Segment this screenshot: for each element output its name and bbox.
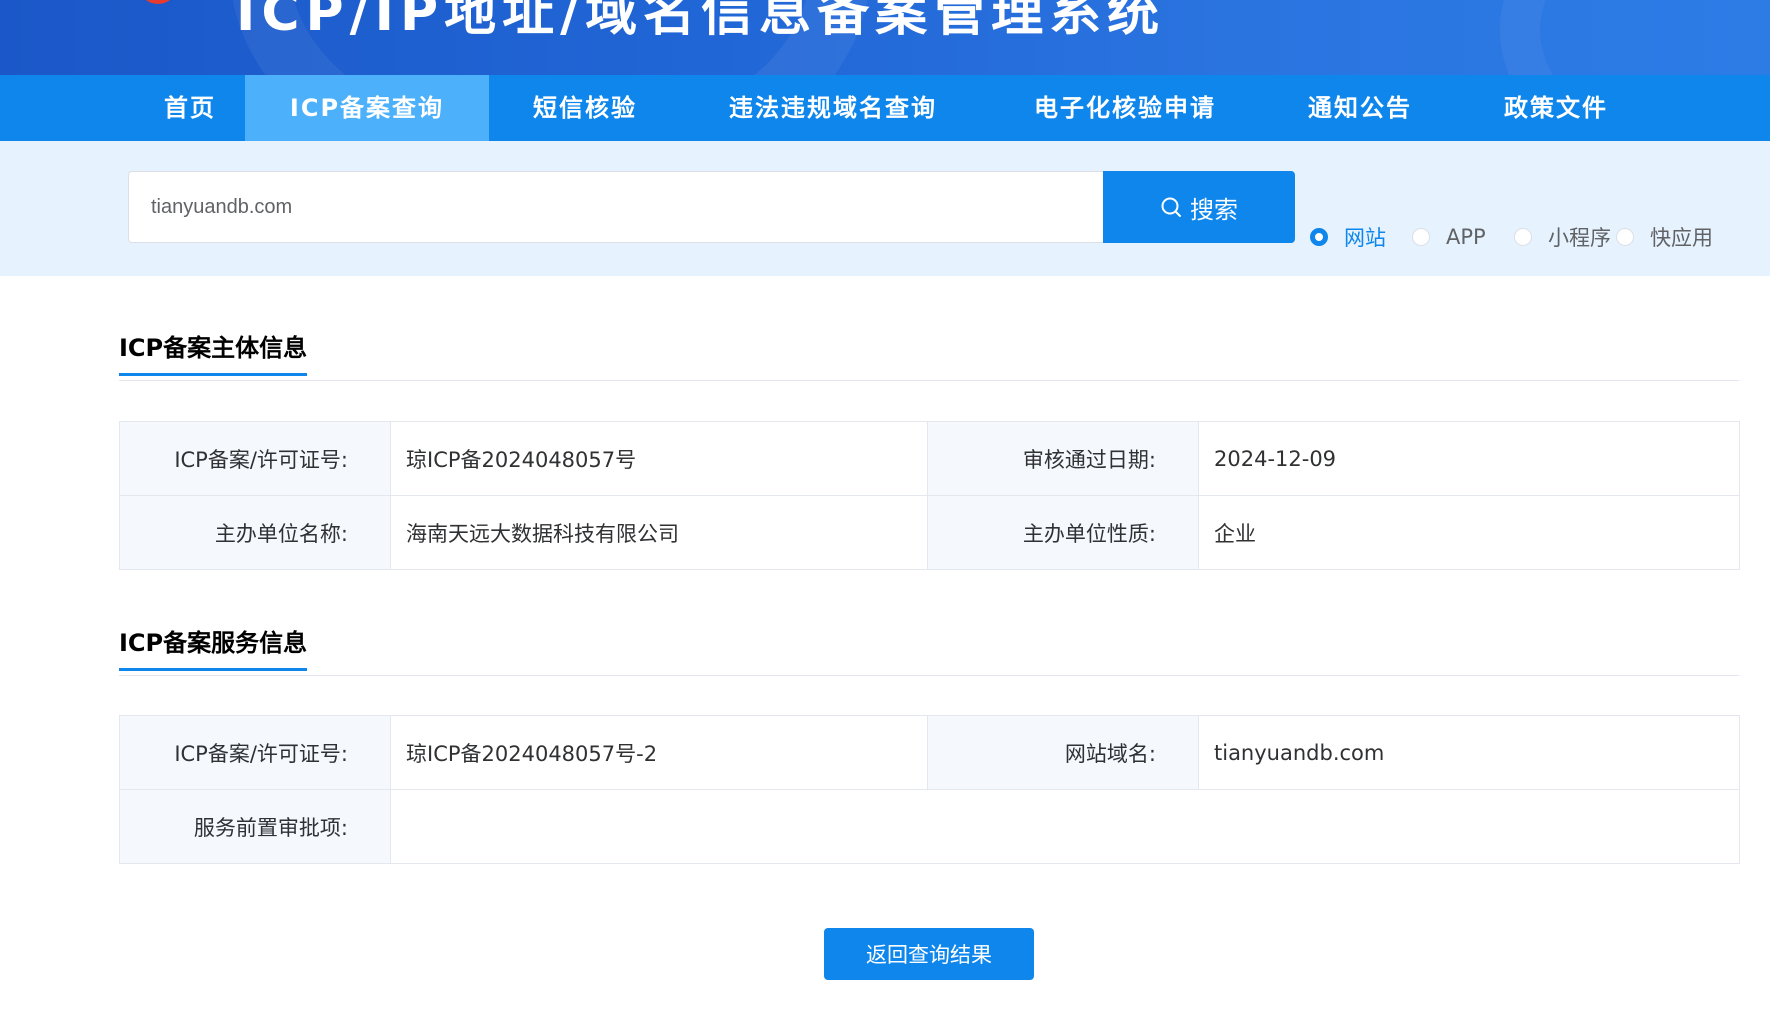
nav-item-notices[interactable]: 通知公告 (1290, 75, 1430, 141)
nav-item-electronic-verify[interactable]: 电子化核验申请 (1020, 75, 1230, 141)
license-value: 琼ICP备2024048057号 (390, 421, 928, 496)
radio-mini-program[interactable]: 小程序 (1514, 222, 1611, 252)
radio-label: APP (1446, 225, 1486, 249)
main-nav: 首页 ICP备案查询 短信核验 违法违规域名查询 电子化核验申请 通知公告 政策… (0, 75, 1770, 141)
nav-item-home[interactable]: 首页 (128, 75, 252, 141)
table-row: 主办单位名称: 海南天远大数据科技有限公司 主办单位性质: 企业 (119, 495, 1740, 570)
search-button[interactable]: 搜索 (1103, 171, 1295, 243)
radio-unchecked-icon (1412, 228, 1430, 246)
pre-approval-label: 服务前置审批项: (119, 789, 391, 864)
service-license-value: 琼ICP备2024048057号-2 (390, 715, 928, 790)
organizer-name-value: 海南天远大数据科技有限公司 (390, 495, 928, 570)
entity-info-table: ICP备案/许可证号: 琼ICP备2024048057号 审核通过日期: 202… (119, 421, 1740, 570)
nav-item-sms-verify[interactable]: 短信核验 (515, 75, 655, 141)
nav-item-illegal-domain-query[interactable]: 违法违规域名查询 (718, 75, 948, 141)
section-divider (119, 380, 1739, 381)
pre-approval-value (390, 789, 1740, 864)
search-icon (1161, 197, 1181, 217)
banner-decoration (1500, 0, 1770, 75)
radio-app[interactable]: APP (1412, 222, 1486, 252)
table-row: 服务前置审批项: (119, 789, 1740, 864)
table-row: ICP备案/许可证号: 琼ICP备2024048057号 审核通过日期: 202… (119, 421, 1740, 496)
nav-item-policy-docs[interactable]: 政策文件 (1486, 75, 1626, 141)
search-button-label: 搜索 (1190, 195, 1238, 224)
radio-checked-icon (1310, 228, 1328, 246)
header-banner: ICP/IP地址/域名信息备案管理系统 (0, 0, 1770, 75)
service-license-label: ICP备案/许可证号: (119, 715, 391, 790)
table-row: ICP备案/许可证号: 琼ICP备2024048057号-2 网站域名: tia… (119, 715, 1740, 790)
service-section-title: ICP备案服务信息 (119, 623, 308, 671)
radio-label: 网站 (1344, 226, 1386, 250)
nav-item-icp-query[interactable]: ICP备案查询 (245, 75, 489, 141)
search-input[interactable] (128, 171, 1104, 243)
radio-label: 小程序 (1548, 226, 1611, 250)
radio-label: 快应用 (1650, 226, 1713, 250)
license-label: ICP备案/许可证号: (119, 421, 391, 496)
radio-unchecked-icon (1616, 228, 1634, 246)
entity-section-title: ICP备案主体信息 (119, 328, 308, 376)
organizer-name-label: 主办单位名称: (119, 495, 391, 570)
approval-date-label: 审核通过日期: (927, 421, 1199, 496)
organizer-type-label: 主办单位性质: (927, 495, 1199, 570)
approval-date-value: 2024-12-09 (1198, 421, 1740, 496)
organizer-type-value: 企业 (1198, 495, 1740, 570)
radio-quick-app[interactable]: 快应用 (1616, 222, 1713, 252)
service-info-table: ICP备案/许可证号: 琼ICP备2024048057号-2 网站域名: tia… (119, 715, 1740, 864)
domain-label: 网站域名: (927, 715, 1199, 790)
section-divider (119, 675, 1739, 676)
system-title: ICP/IP地址/域名信息备案管理系统 (236, 0, 1166, 43)
emblem-logo-icon (146, 0, 170, 4)
radio-unchecked-icon (1514, 228, 1532, 246)
domain-value: tianyuandb.com (1198, 715, 1740, 790)
search-area: 搜索 网站 APP 小程序 快应用 (0, 141, 1770, 276)
back-to-results-button[interactable]: 返回查询结果 (824, 928, 1034, 980)
radio-website[interactable]: 网站 (1310, 222, 1386, 252)
